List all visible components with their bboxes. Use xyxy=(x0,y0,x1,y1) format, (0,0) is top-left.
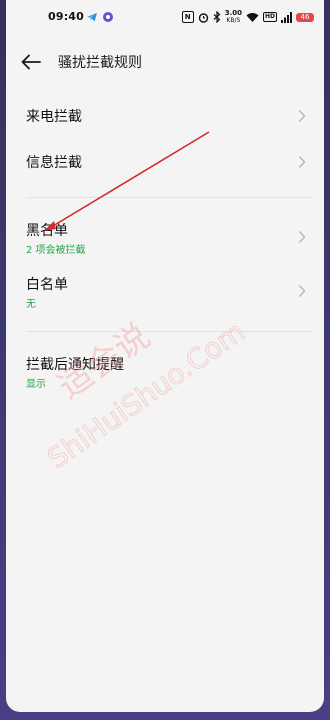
status-icons: N 3.00 KB/S HD 46 xyxy=(181,9,314,25)
app-dot-icon xyxy=(103,12,113,22)
chevron-right-icon xyxy=(298,155,306,169)
telegram-icon xyxy=(87,13,97,22)
item-label: 白名单 xyxy=(26,277,68,293)
item-label: 拦截后通知提醒 xyxy=(26,357,124,373)
list-item-message-blocking[interactable]: 信息拦截 xyxy=(6,142,324,182)
status-time: 09:40 xyxy=(48,10,85,23)
wifi-icon xyxy=(246,12,259,22)
item-sublabel: 2 项会被拦截 xyxy=(26,245,86,256)
item-label: 信息拦截 xyxy=(26,155,82,171)
list-item-blacklist[interactable]: 黑名单 2 项会被拦截 xyxy=(6,214,324,262)
item-label: 来电拦截 xyxy=(26,109,82,125)
chevron-right-icon xyxy=(298,284,306,298)
list-item-block-notification[interactable]: 拦截后通知提醒 显示 xyxy=(6,348,324,396)
section-divider xyxy=(26,197,312,198)
chevron-right-icon xyxy=(298,109,306,123)
nfc-icon: N xyxy=(181,11,194,23)
chevron-right-icon xyxy=(298,230,306,244)
list-item-whitelist[interactable]: 白名单 无 xyxy=(6,268,324,316)
network-speed: 3.00 KB/S xyxy=(224,9,242,25)
signal-icon xyxy=(281,11,292,23)
settings-screen: 09:40 N 3.00 KB/S HD 46 骚扰拦截规则 来电拦截 信息拦截… xyxy=(6,0,324,712)
speed-unit: KB/S xyxy=(226,17,241,24)
alarm-icon xyxy=(198,12,208,23)
item-sublabel: 无 xyxy=(26,299,36,310)
bluetooth-icon xyxy=(213,11,221,23)
battery-icon: 46 xyxy=(296,12,314,22)
hd-icon: HD xyxy=(262,12,277,22)
speed-value: 3.00 xyxy=(224,9,242,17)
list-item-call-blocking[interactable]: 来电拦截 xyxy=(6,96,324,136)
page-title: 骚扰拦截规则 xyxy=(58,55,142,71)
section-divider xyxy=(26,331,312,332)
item-label: 黑名单 xyxy=(26,223,68,239)
nav-bar: 骚扰拦截规则 xyxy=(6,44,324,80)
item-sublabel: 显示 xyxy=(26,379,46,390)
status-bar: 09:40 N 3.00 KB/S HD 46 xyxy=(6,6,324,28)
arrow-left-icon[interactable] xyxy=(20,52,42,72)
